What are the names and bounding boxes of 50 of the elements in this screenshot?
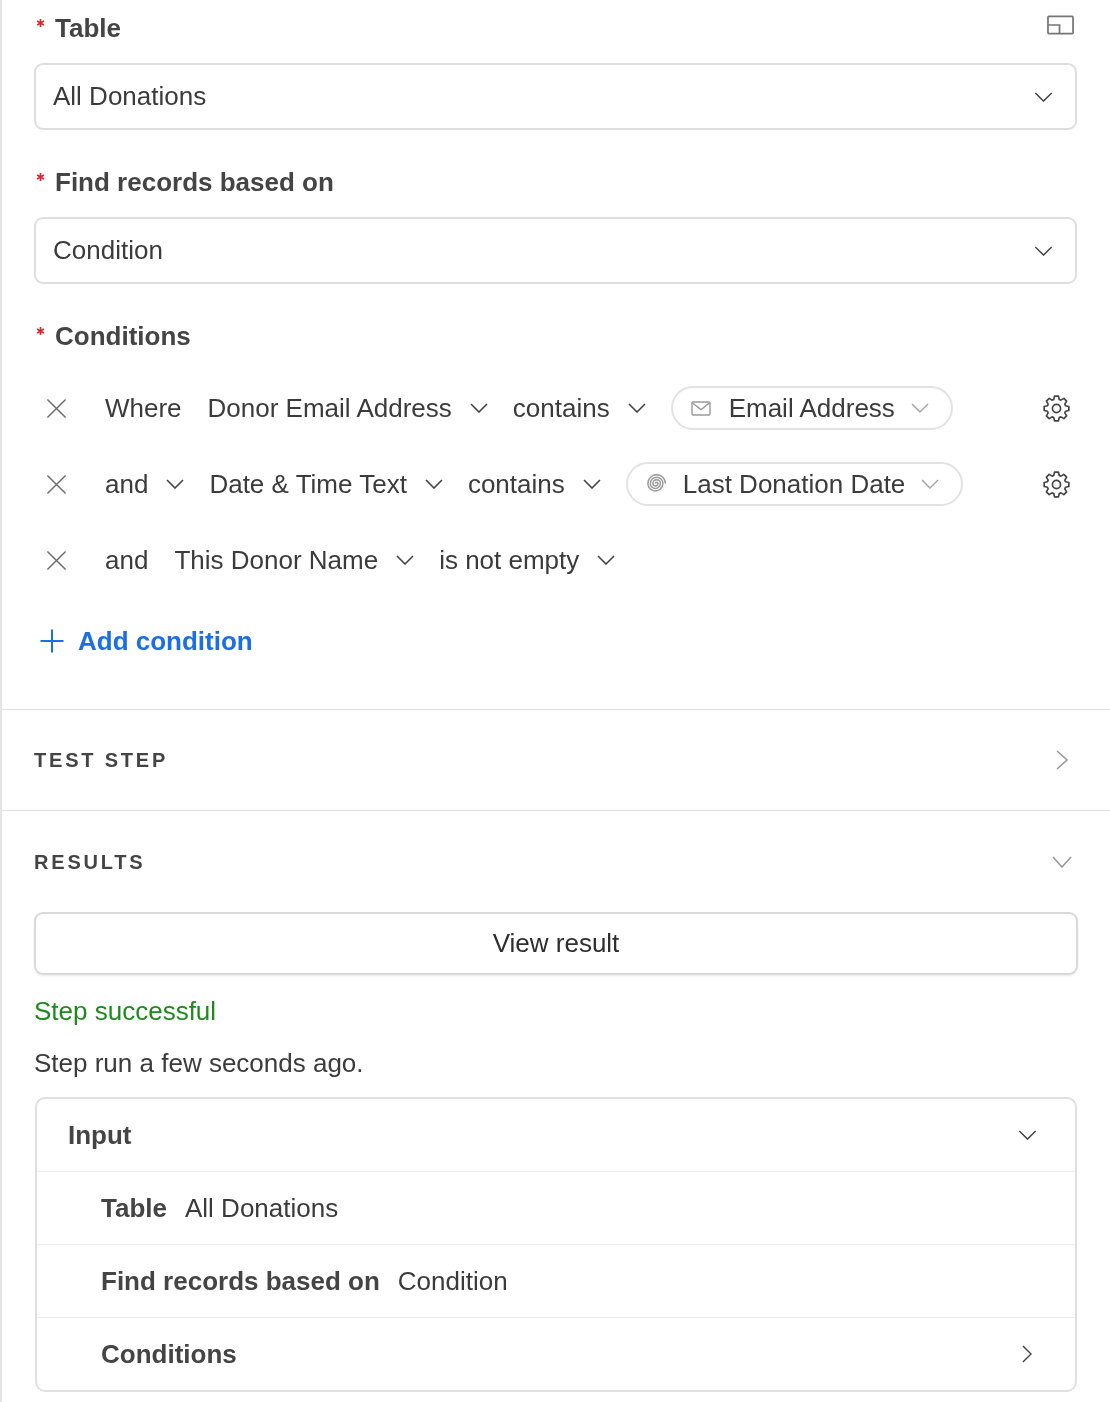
select-field[interactable]: All Donations (34, 63, 1077, 130)
section-title: RESULTS (34, 850, 146, 874)
detail-label: Find records based on (101, 1265, 380, 1297)
detail-value: All Donations (185, 1192, 339, 1224)
field-dropdown[interactable]: This Donor Name (174, 540, 415, 580)
spiral-icon (645, 474, 666, 494)
caret-icon (396, 555, 415, 565)
caret-icon (921, 479, 940, 489)
caret-icon (910, 403, 929, 413)
card-title: Input (68, 1119, 132, 1151)
chevron-down-icon (1034, 245, 1053, 256)
settings-icon[interactable] (1043, 470, 1070, 498)
chevron-down-icon[interactable] (1018, 1130, 1037, 1140)
close-icon[interactable] (46, 473, 67, 495)
field-dropdown[interactable]: Donor Email Address (207, 388, 488, 428)
field-label: Table (55, 12, 121, 45)
detail-label: Conditions (101, 1338, 237, 1370)
chevron-right-icon[interactable] (1022, 1345, 1032, 1363)
close-icon[interactable] (46, 397, 67, 419)
caret-icon (166, 479, 185, 489)
envelope-icon (690, 400, 711, 416)
caret-icon (582, 479, 601, 489)
value-dropdown[interactable]: Last Donation Date (625, 462, 964, 506)
select-field[interactable]: Condition (34, 217, 1077, 284)
chevron-down-icon (1034, 91, 1053, 102)
detail-label: Table (101, 1192, 167, 1224)
detail-value: Condition (397, 1265, 508, 1297)
plus-icon (40, 629, 64, 653)
section-title: TEST STEP (34, 748, 169, 772)
connector-label: and (105, 544, 149, 576)
run-info-text: Step run a few seconds ago. (34, 1047, 365, 1080)
add-condition-button[interactable]: Add condition (34, 621, 253, 661)
operator-dropdown[interactable]: contains (512, 388, 646, 428)
operator-dropdown[interactable]: contains (467, 464, 601, 504)
field-dropdown[interactable]: Date & Time Text (209, 464, 443, 504)
caret-icon (627, 403, 646, 413)
caret-icon (597, 555, 616, 565)
picture-in-picture-icon[interactable] (1047, 15, 1074, 35)
operator-dropdown[interactable]: is not empty (439, 540, 616, 580)
connector-dropdown[interactable]: and (105, 464, 185, 504)
field-label: Conditions (55, 320, 191, 353)
connector-label: Where (105, 392, 182, 424)
view-result-button[interactable]: View result (34, 912, 1078, 975)
caret-icon (469, 403, 488, 413)
field-label: Find records based on (55, 166, 334, 199)
status-text: Step successful (34, 995, 218, 1028)
close-icon[interactable] (46, 549, 67, 571)
value-dropdown[interactable]: Email Address (670, 386, 953, 430)
settings-icon[interactable] (1043, 394, 1070, 422)
caret-icon (424, 479, 443, 489)
